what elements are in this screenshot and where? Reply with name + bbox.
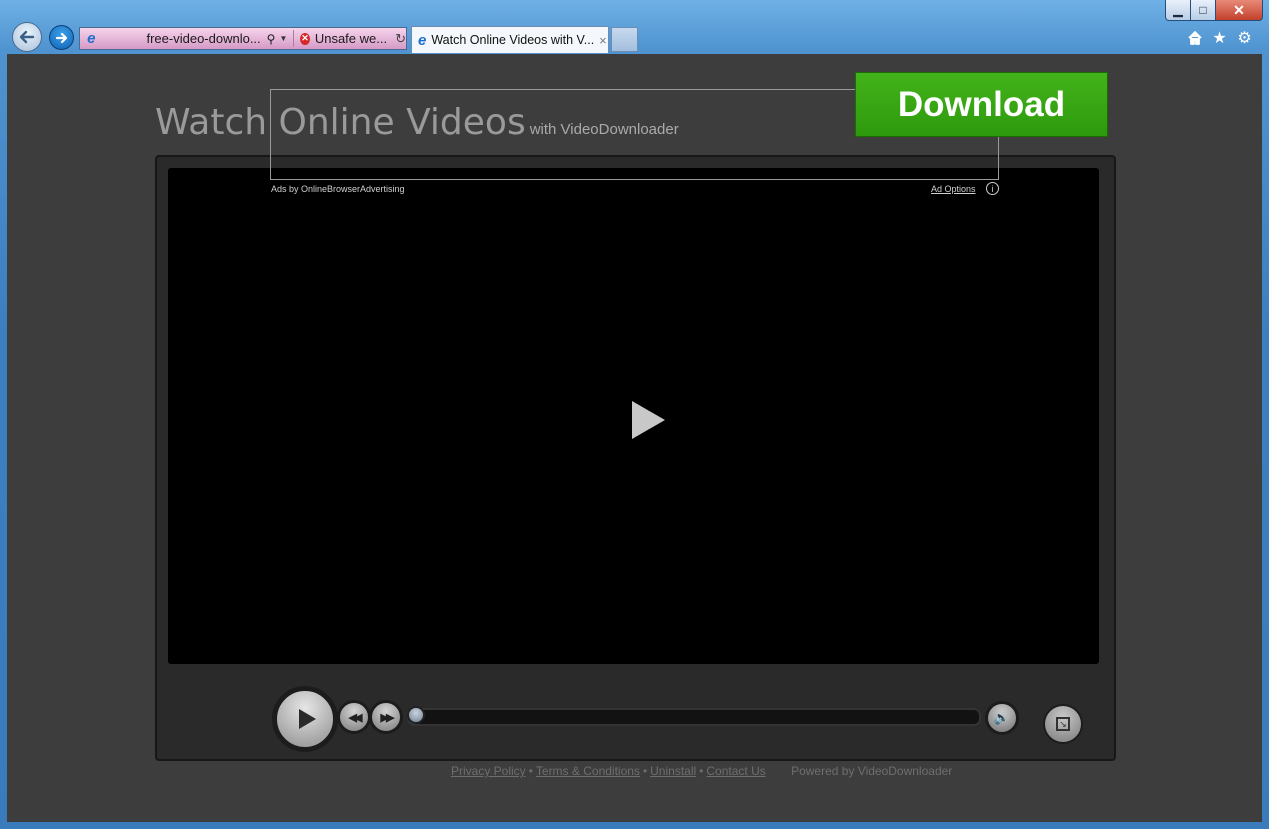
tab-close-icon[interactable]: ×	[599, 33, 607, 48]
download-button[interactable]: Download	[855, 72, 1108, 137]
browser-window: ▁ □ ✕ e free-video-downlo... ⚲ ▼ ✕ Unsaf…	[0, 0, 1269, 829]
powered-by-label: Powered by VideoDownloader	[791, 764, 953, 778]
rewind-button[interactable]: ◀◀	[337, 700, 371, 734]
volume-button[interactable]: 🔊	[985, 701, 1019, 735]
ie-tab-icon: e	[418, 31, 427, 49]
back-button[interactable]	[12, 22, 42, 52]
play-button[interactable]	[272, 686, 338, 752]
unsafe-website-label[interactable]: Unsafe we...	[315, 31, 387, 46]
footer-separator: •	[528, 764, 533, 778]
page-viewport: Watch Online Videos with VideoDownloader …	[7, 54, 1262, 822]
contact-us-link[interactable]: Contact Us	[706, 764, 765, 778]
star-icon[interactable]: ★	[1211, 29, 1228, 47]
close-window-button[interactable]: ✕	[1216, 0, 1263, 21]
fullscreen-button[interactable]: ↘	[1043, 704, 1083, 744]
address-bar[interactable]: e free-video-downlo... ⚲ ▼ ✕ Unsafe we..…	[79, 27, 407, 50]
address-url[interactable]: free-video-downlo...	[146, 31, 260, 46]
player-controls: ◀◀ ▶▶ 🔊 ↘	[157, 672, 1114, 759]
ie-logo-icon: e	[87, 30, 96, 47]
minimize-button[interactable]: ▁	[1165, 0, 1191, 21]
tab-watch-online-videos[interactable]: e Watch Online Videos with V... ×	[411, 26, 609, 53]
play-icon	[299, 709, 316, 729]
uninstall-link[interactable]: Uninstall	[650, 764, 696, 778]
address-divider	[293, 30, 295, 47]
footer-separator: •	[642, 764, 648, 778]
unsafe-warning-icon[interactable]: ✕	[300, 32, 310, 45]
fullscreen-icon: ↘	[1056, 717, 1070, 731]
video-screen[interactable]	[168, 168, 1099, 664]
seek-bar[interactable]	[407, 706, 981, 726]
footer: Privacy Policy • Terms & Conditions • Uninst…	[451, 764, 952, 778]
terms-link[interactable]: Terms & Conditions	[536, 764, 640, 778]
ad-options-link[interactable]: Ad Options	[931, 184, 976, 194]
footer-separator: •	[699, 764, 704, 778]
seek-handle[interactable]	[407, 706, 425, 724]
gear-icon[interactable]: ⚙	[1236, 29, 1253, 47]
forward-arrow-icon	[55, 32, 67, 43]
home-icon[interactable]	[1186, 29, 1203, 46]
ad-info-icon[interactable]: i	[986, 182, 999, 195]
video-player: ◀◀ ▶▶ 🔊 ↘	[155, 155, 1116, 761]
toolbar-icons: ★ ⚙	[1186, 29, 1253, 47]
forward-button[interactable]	[49, 25, 74, 50]
privacy-policy-link[interactable]: Privacy Policy	[451, 764, 526, 778]
refresh-icon[interactable]: ↻	[395, 31, 406, 47]
search-icon[interactable]: ⚲	[267, 32, 276, 46]
big-play-icon[interactable]	[632, 401, 665, 439]
window-controls: ▁ □ ✕	[1165, 0, 1263, 21]
new-tab-button[interactable]	[611, 27, 638, 52]
back-arrow-icon	[19, 30, 35, 44]
dropdown-icon[interactable]: ▼	[279, 34, 287, 43]
fast-forward-button[interactable]: ▶▶	[369, 700, 403, 734]
maximize-button[interactable]: □	[1191, 0, 1216, 21]
tab-title: Watch Online Videos with V...	[431, 33, 595, 47]
ads-by-label: Ads by OnlineBrowserAdvertising	[271, 184, 405, 194]
